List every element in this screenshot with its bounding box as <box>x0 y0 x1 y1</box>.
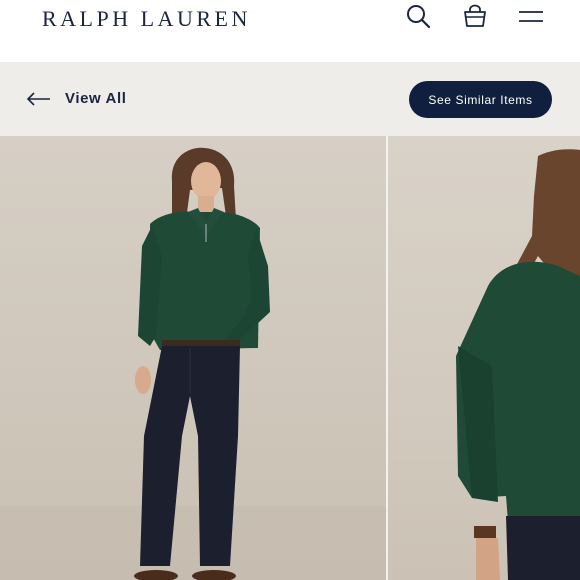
menu-icon <box>519 11 543 22</box>
arrow-left-icon <box>27 91 50 106</box>
shopping-bag-button[interactable] <box>462 3 488 29</box>
model-front-photo[interactable] <box>0 136 386 580</box>
see-similar-items-button[interactable]: See Similar Items <box>409 81 552 118</box>
search-icon <box>407 5 431 29</box>
model-side-photo[interactable] <box>388 136 580 580</box>
view-all-label: View All <box>65 90 127 107</box>
product-subnav: View All See Similar Items <box>0 62 580 136</box>
site-header: RALPH LAUREN <box>0 0 580 62</box>
search-button[interactable] <box>405 3 431 29</box>
product-gallery[interactable] <box>0 136 580 580</box>
view-all-link[interactable]: View All <box>27 90 127 107</box>
brand-logo[interactable]: RALPH LAUREN <box>42 6 251 32</box>
shopping-bag-icon <box>464 4 486 27</box>
menu-button[interactable] <box>518 3 544 29</box>
